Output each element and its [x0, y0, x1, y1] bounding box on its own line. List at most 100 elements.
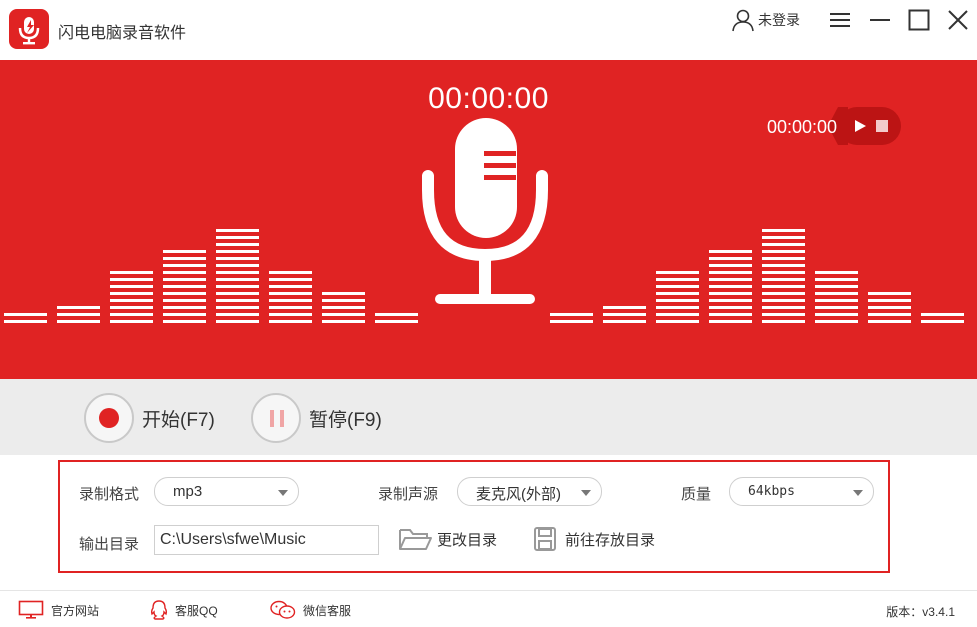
- level-bar-segment: [762, 306, 805, 309]
- start-button[interactable]: 开始(F7): [84, 393, 215, 443]
- level-bar-segment: [603, 313, 646, 316]
- output-path-input[interactable]: [154, 525, 379, 555]
- format-select[interactable]: mp3: [154, 477, 299, 506]
- level-bar-segment: [269, 306, 312, 309]
- title-bar: 闪电电脑录音软件 未登录: [0, 0, 977, 60]
- menu-icon[interactable]: [826, 6, 854, 34]
- level-bar-segment: [216, 264, 259, 267]
- open-dir-label: 前往存放目录: [565, 531, 656, 549]
- level-bar-segment: [709, 264, 752, 267]
- change-dir-button[interactable]: 更改目录: [397, 524, 497, 554]
- level-bar-segment: [110, 320, 153, 323]
- level-bar-segment: [269, 313, 312, 316]
- level-bar-segment: [322, 299, 365, 302]
- play-icon[interactable]: [853, 119, 867, 133]
- level-bar-segment: [921, 320, 964, 323]
- level-bar-segment: [216, 236, 259, 239]
- save-icon: [534, 527, 556, 551]
- user-icon: [732, 9, 754, 32]
- level-bar-segment: [762, 299, 805, 302]
- level-bar-segment: [216, 278, 259, 281]
- website-link[interactable]: 官方网站: [18, 600, 99, 620]
- wechat-support-link[interactable]: 微信客服: [270, 600, 351, 620]
- microphone-icon: [422, 118, 548, 304]
- level-bar-segment: [375, 320, 418, 323]
- level-bar-segment: [216, 320, 259, 323]
- level-bar-segment: [709, 257, 752, 260]
- level-bar-segment: [322, 313, 365, 316]
- level-bar-segment: [762, 257, 805, 260]
- level-bar-segment: [762, 320, 805, 323]
- recording-panel: 00:00:00 00:00:00: [0, 60, 977, 379]
- level-bar-segment: [656, 306, 699, 309]
- pause-label: 暂停(F9): [309, 409, 382, 431]
- level-bar-segment: [216, 285, 259, 288]
- level-bar-segment: [57, 313, 100, 316]
- level-bar-segment: [868, 299, 911, 302]
- level-bar-segment: [762, 278, 805, 281]
- level-bar-segment: [216, 250, 259, 253]
- level-bar-segment: [709, 313, 752, 316]
- settings-panel: 录制格式 mp3 录制声源 麦克风(外部) 质量 64kbps 输出目录 更改目…: [58, 460, 890, 573]
- pause-icon: [251, 393, 301, 443]
- level-bar-segment: [656, 292, 699, 295]
- monitor-icon: [18, 600, 44, 619]
- level-bar-segment: [57, 320, 100, 323]
- level-bar-segment: [762, 250, 805, 253]
- level-bar-segment: [216, 271, 259, 274]
- wechat-label: 微信客服: [303, 603, 352, 618]
- login-label: 未登录: [758, 12, 800, 28]
- level-bar-segment: [868, 313, 911, 316]
- level-bar-segment: [322, 306, 365, 309]
- level-bar-segment: [656, 278, 699, 281]
- level-bar-segment: [163, 278, 206, 281]
- level-bar-segment: [163, 271, 206, 274]
- level-bar-segment: [57, 306, 100, 309]
- level-bar-segment: [656, 313, 699, 316]
- output-label: 输出目录: [79, 536, 140, 553]
- quality-select[interactable]: 64kbps: [729, 477, 874, 506]
- level-bar-segment: [269, 299, 312, 302]
- level-bar-segment: [815, 271, 858, 274]
- level-bar-segment: [269, 271, 312, 274]
- level-bar-segment: [163, 285, 206, 288]
- playback-pill: [838, 107, 901, 145]
- login-button[interactable]: 未登录: [731, 8, 800, 32]
- maximize-icon[interactable]: [905, 6, 933, 34]
- record-icon: [84, 393, 134, 443]
- level-bar-segment: [269, 292, 312, 295]
- level-bar-segment: [110, 313, 153, 316]
- level-bar-segment: [709, 278, 752, 281]
- level-bar-segment: [762, 229, 805, 232]
- pause-button[interactable]: 暂停(F9): [251, 393, 382, 443]
- open-dir-button[interactable]: 前往存放目录: [533, 524, 655, 554]
- level-bar-segment: [216, 313, 259, 316]
- chevron-down-icon: [853, 490, 863, 496]
- qq-support-link[interactable]: 客服QQ: [150, 600, 218, 620]
- level-bar-segment: [110, 299, 153, 302]
- level-bar-segment: [110, 292, 153, 295]
- level-bar-segment: [216, 306, 259, 309]
- level-bar-segment: [921, 313, 964, 316]
- chevron-down-icon: [581, 490, 591, 496]
- control-bar: 开始(F7) 暂停(F9): [0, 379, 977, 455]
- format-label: 录制格式: [79, 486, 140, 503]
- level-bar-segment: [656, 320, 699, 323]
- minimize-icon[interactable]: [866, 6, 894, 34]
- playback-timer: 00:00:00: [767, 117, 838, 137]
- level-bar-segment: [762, 285, 805, 288]
- level-bar-segment: [163, 292, 206, 295]
- level-bar-segment: [868, 292, 911, 295]
- level-bar-segment: [656, 299, 699, 302]
- level-bar-segment: [656, 285, 699, 288]
- close-icon[interactable]: [944, 6, 972, 34]
- level-bar-segment: [110, 306, 153, 309]
- level-bar-segment: [762, 243, 805, 246]
- stop-icon[interactable]: [876, 120, 888, 132]
- format-value: mp3: [173, 483, 203, 500]
- level-bar-segment: [603, 306, 646, 309]
- level-bar-segment: [110, 271, 153, 274]
- level-bar-segment: [375, 313, 418, 316]
- source-select[interactable]: 麦克风(外部): [457, 477, 602, 506]
- level-bar-segment: [163, 306, 206, 309]
